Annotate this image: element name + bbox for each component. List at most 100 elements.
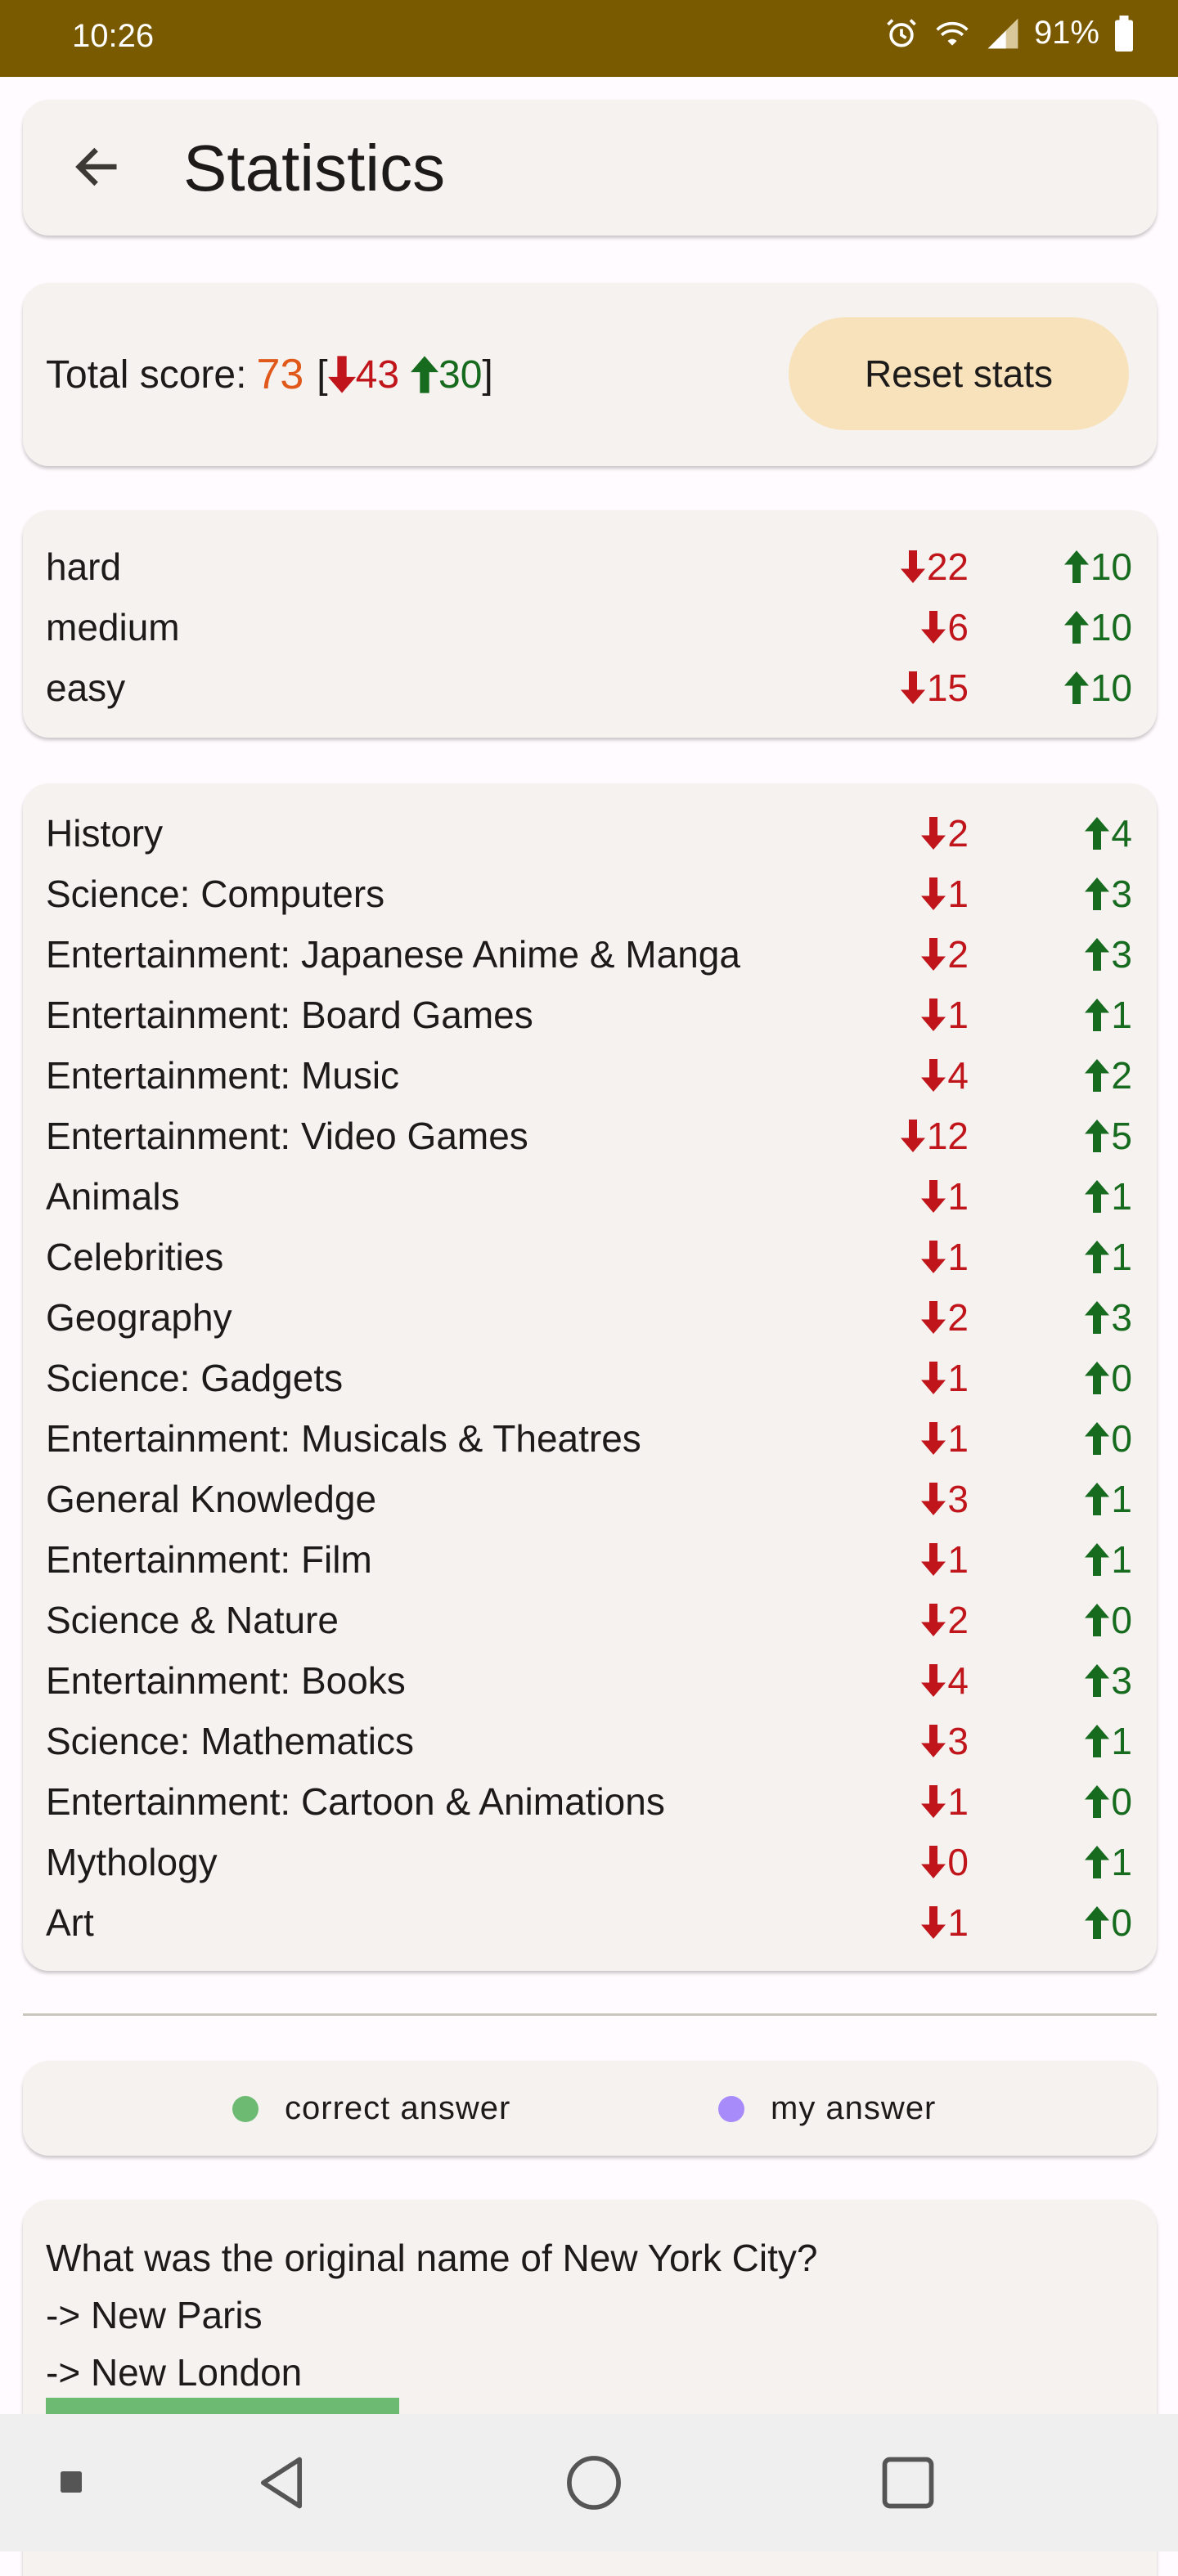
legend-correct-label: correct answer (285, 2090, 511, 2126)
arrow-down-icon (921, 938, 946, 971)
stat-down: 1 (921, 1416, 969, 1461)
stat-up-value: 0 (1111, 1599, 1132, 1641)
arrow-down-icon (900, 1120, 925, 1152)
stat-down: 0 (921, 1840, 969, 1884)
difficulty-row: easy 15 10 (23, 656, 1157, 715)
stat-up-value: 5 (1111, 1115, 1132, 1157)
stat-down: 1 (921, 1235, 969, 1279)
category-row: History 2 4 (23, 801, 1157, 860)
stat-up: 3 (1085, 1295, 1132, 1340)
menu-dot-icon[interactable] (61, 2471, 82, 2493)
arrow-up-icon (1085, 1846, 1110, 1878)
arrow-down-icon (921, 1422, 946, 1455)
stat-up: 10 (1063, 666, 1132, 710)
arrow-up-icon (411, 356, 439, 393)
stat-name: hard (46, 545, 122, 588)
system-navigation-bar (0, 2414, 1178, 2551)
stat-name: Science: Gadgets (46, 1357, 344, 1399)
stat-down-value: 1 (947, 1357, 969, 1399)
category-row: Entertainment: Music 4 2 (23, 1043, 1157, 1102)
my-answer-dot-icon (718, 2095, 744, 2122)
category-row: Entertainment: Musicals & Theatres 1 0 (23, 1407, 1157, 1465)
category-row: Entertainment: Film 1 1 (23, 1528, 1157, 1586)
stat-up: 1 (1085, 1174, 1132, 1218)
stat-up: 10 (1063, 545, 1132, 589)
arrow-down-icon (921, 1725, 946, 1757)
stat-up: 0 (1085, 1598, 1132, 1642)
stat-name: General Knowledge (46, 1478, 377, 1520)
stat-up-value: 3 (1111, 1296, 1132, 1339)
arrow-up-icon (1085, 1241, 1110, 1273)
wifi-icon (936, 21, 969, 46)
stat-up: 4 (1085, 811, 1132, 855)
arrow-down-icon (921, 611, 946, 644)
stat-up-value: 2 (1111, 1054, 1132, 1097)
category-row: Entertainment: Books 4 3 (23, 1649, 1157, 1708)
stat-down: 12 (900, 1114, 969, 1158)
stat-up: 1 (1085, 1235, 1132, 1279)
arrow-down-icon (921, 1483, 946, 1515)
stat-name: Celebrities (46, 1236, 224, 1278)
stat-up-value: 3 (1111, 1659, 1132, 1702)
arrow-up-icon (1085, 1180, 1110, 1213)
stat-up-value: 0 (1111, 1417, 1132, 1460)
arrow-down-icon (921, 877, 946, 910)
recents-nav-icon[interactable] (877, 2452, 939, 2514)
back-nav-icon[interactable] (250, 2452, 312, 2514)
battery-icon (1115, 15, 1133, 52)
stat-name: Entertainment: Board Games (46, 994, 533, 1036)
arrow-down-icon (921, 1846, 946, 1878)
status-bar: 10:26 91% (0, 0, 1178, 77)
status-icons: 91% (884, 15, 1135, 52)
stat-up: 1 (1085, 1477, 1132, 1521)
arrow-up-icon (1085, 1906, 1110, 1939)
stat-up: 0 (1085, 1356, 1132, 1400)
stat-down: 1 (921, 872, 969, 916)
stat-up: 1 (1085, 1537, 1132, 1582)
stat-name: medium (46, 606, 180, 648)
arrow-up-icon (1085, 1785, 1110, 1818)
stat-up: 3 (1085, 1658, 1132, 1703)
stat-up-value: 1 (1111, 1175, 1132, 1218)
difficulty-stats-card: hard 22 10 medium 6 10 easy 15 10 (23, 510, 1157, 738)
stat-up-value: 10 (1090, 666, 1132, 709)
category-row: Science: Mathematics 3 1 (23, 1709, 1157, 1768)
stat-name: History (46, 812, 164, 855)
stat-up-value: 1 (1111, 1236, 1132, 1278)
stat-name: Entertainment: Musicals & Theatres (46, 1417, 641, 1460)
reset-stats-button[interactable]: Reset stats (789, 317, 1129, 430)
arrow-down-icon (921, 1241, 946, 1273)
arrow-down-icon (921, 1906, 946, 1939)
alarm-icon (887, 18, 916, 47)
stat-down-value: 1 (947, 873, 969, 915)
stat-up: 1 (1085, 1840, 1132, 1884)
total-down-value: 43 (355, 352, 400, 397)
home-nav-icon[interactable] (563, 2452, 625, 2514)
stat-down-value: 6 (947, 606, 969, 648)
status-time: 10:26 (72, 18, 155, 54)
category-row: Geography 2 3 (23, 1286, 1157, 1344)
stat-down: 3 (921, 1477, 969, 1521)
stat-down: 1 (921, 1174, 969, 1218)
stat-down-value: 12 (926, 1115, 969, 1157)
stat-down: 1 (921, 993, 969, 1037)
total-score-value: 73 (256, 351, 304, 398)
category-row: Mythology 0 1 (23, 1830, 1157, 1889)
total-up-value: 30 (438, 352, 483, 397)
category-row: Science: Computers 1 3 (23, 862, 1157, 921)
stat-name: Entertainment: Cartoon & Animations (46, 1780, 665, 1823)
stat-name: Entertainment: Music (46, 1054, 400, 1097)
stat-up-value: 1 (1111, 994, 1132, 1036)
stat-up: 0 (1085, 1901, 1132, 1945)
arrow-up-icon (1085, 817, 1110, 850)
arrow-up-icon (1085, 999, 1110, 1031)
arrow-up-icon (1085, 1604, 1110, 1636)
back-arrow-icon[interactable] (70, 141, 123, 193)
arrow-down-icon (921, 1664, 946, 1697)
category-row: Celebrities 1 1 (23, 1225, 1157, 1284)
stat-down: 1 (921, 1537, 969, 1582)
stat-name: Art (46, 1901, 94, 1944)
stat-name: Entertainment: Video Games (46, 1115, 528, 1157)
category-row: General Knowledge 3 1 (23, 1467, 1157, 1526)
close-bracket: ] (482, 352, 493, 397)
